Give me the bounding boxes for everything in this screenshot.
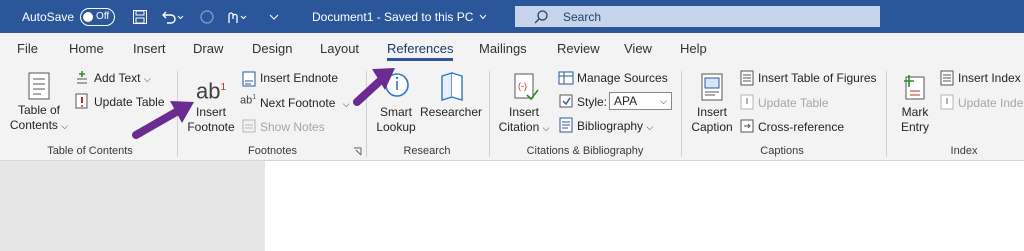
- tab-file[interactable]: File: [17, 41, 38, 56]
- document-title[interactable]: Document1 - Saved to this PC: [312, 0, 487, 33]
- annotation-arrow-footnote: [132, 101, 194, 139]
- style-select-value: APA: [614, 94, 638, 108]
- redo-icon: [198, 0, 216, 33]
- update-table-captions-button: Update Table: [758, 96, 829, 110]
- group-label-research: Research: [403, 145, 451, 157]
- insert-endnote-button[interactable]: Insert Endnote: [260, 71, 338, 85]
- tab-help[interactable]: Help: [680, 41, 707, 56]
- search-placeholder: Search: [563, 9, 602, 24]
- insert-caption-line2: Caption: [691, 120, 733, 134]
- tab-mailings[interactable]: Mailings: [479, 41, 527, 56]
- researcher-button[interactable]: Researcher: [420, 71, 482, 120]
- mark-entry-line1: Mark: [901, 105, 929, 119]
- researcher-icon: [441, 72, 463, 101]
- insert-endnote-icon: [242, 71, 256, 87]
- style-label: Style:: [577, 95, 608, 109]
- autosave-label: AutoSave: [22, 9, 75, 24]
- touch-mode-icon[interactable]: [224, 0, 248, 33]
- insert-caption-icon: [701, 73, 723, 101]
- document-page[interactable]: [265, 161, 1024, 251]
- insert-index-button[interactable]: Insert Index: [958, 71, 1021, 85]
- toggle-knob: [83, 11, 94, 22]
- bibliography-button[interactable]: Bibliography ⌵: [577, 119, 653, 133]
- tab-references[interactable]: References: [387, 41, 454, 61]
- insert-index-icon: [940, 70, 954, 86]
- mark-entry-line2: Entry: [900, 120, 929, 134]
- group-separator: [886, 71, 887, 157]
- mark-entry-icon: [904, 75, 925, 100]
- style-icon: [559, 94, 573, 108]
- mark-entry-button[interactable]: Mark Entry: [893, 71, 937, 135]
- undo-icon[interactable]: [160, 0, 184, 33]
- next-footnote-icon: ab1: [240, 94, 257, 107]
- insert-caption-line1: Insert: [696, 105, 727, 119]
- tab-view[interactable]: View: [624, 41, 652, 56]
- tab-draw[interactable]: Draw: [193, 41, 223, 56]
- title-bar: AutoSave Off Document1 - Saved to this P…: [0, 0, 1024, 33]
- insert-citation-line1: Insert: [508, 105, 539, 119]
- chevron-down-icon: [479, 10, 487, 24]
- svg-text:(-): (-): [518, 81, 527, 91]
- table-of-contents-icon: [28, 72, 50, 100]
- next-footnote-button[interactable]: Next Footnote ⌵: [260, 96, 350, 110]
- save-icon[interactable]: [132, 0, 148, 33]
- tab-layout[interactable]: Layout: [320, 41, 359, 56]
- chevron-down-icon: ⌵: [660, 95, 667, 106]
- group-label-captions: Captions: [760, 145, 804, 157]
- autosave-toggle[interactable]: Off: [80, 7, 116, 26]
- search-box[interactable]: Search: [515, 6, 880, 27]
- group-label-footnotes: Footnotes: [248, 145, 297, 157]
- autosave-state: Off: [96, 11, 110, 22]
- bibliography-icon: [559, 117, 573, 133]
- manage-sources-button[interactable]: Manage Sources: [577, 71, 668, 85]
- insert-table-of-figures-button[interactable]: Insert Table of Figures: [758, 71, 877, 85]
- researcher-label: Researcher: [420, 105, 483, 119]
- update-index-icon: [940, 94, 954, 110]
- smart-lookup-line2: Lookup: [376, 120, 416, 134]
- table-of-contents-button[interactable]: Table of Contents ⌵: [8, 71, 70, 134]
- tab-review[interactable]: Review: [557, 41, 600, 56]
- cross-reference-icon: [740, 119, 754, 133]
- group-label-citations: Citations & Bibliography: [526, 145, 644, 157]
- annotation-arrow-smart-lookup: [353, 68, 395, 106]
- insert-citation-button[interactable]: (-) Insert Citation ⌵: [494, 71, 554, 136]
- toc-label-line2: Contents ⌵: [9, 118, 69, 132]
- search-icon: [533, 9, 549, 25]
- update-index-button: Update Index: [958, 96, 1024, 110]
- show-notes-icon: [242, 119, 256, 133]
- update-table-captions-icon: [740, 94, 754, 110]
- toc-label-line1: Table of: [17, 103, 61, 117]
- manage-sources-icon: [558, 71, 574, 85]
- autosave-control[interactable]: AutoSave Off: [22, 0, 116, 33]
- insert-caption-button[interactable]: Insert Caption: [686, 71, 738, 135]
- show-notes-button: Show Notes: [260, 120, 325, 134]
- group-label-index: Index: [950, 145, 978, 157]
- insert-citation-line2: Citation ⌵: [498, 120, 550, 134]
- style-select[interactable]: APA ⌵: [609, 92, 672, 110]
- customize-toolbar-icon[interactable]: [268, 0, 280, 33]
- ribbon-tabs: File Home Insert Draw Design Layout Refe…: [0, 33, 1024, 65]
- document-title-text: Document1 - Saved to this PC: [312, 9, 474, 24]
- table-of-figures-icon: [740, 70, 754, 86]
- tab-home[interactable]: Home: [69, 41, 104, 56]
- tab-insert[interactable]: Insert: [133, 41, 166, 56]
- update-table-icon: [75, 93, 88, 109]
- insert-citation-icon: (-): [514, 73, 539, 101]
- cross-reference-button[interactable]: Cross-reference: [758, 120, 844, 134]
- add-text-button[interactable]: Add Text ⌵: [94, 71, 151, 85]
- group-label-toc: Table of Contents: [47, 145, 133, 157]
- add-text-icon: [77, 71, 87, 84]
- dialog-launcher-icon[interactable]: [353, 147, 362, 156]
- tab-design[interactable]: Design: [252, 41, 292, 56]
